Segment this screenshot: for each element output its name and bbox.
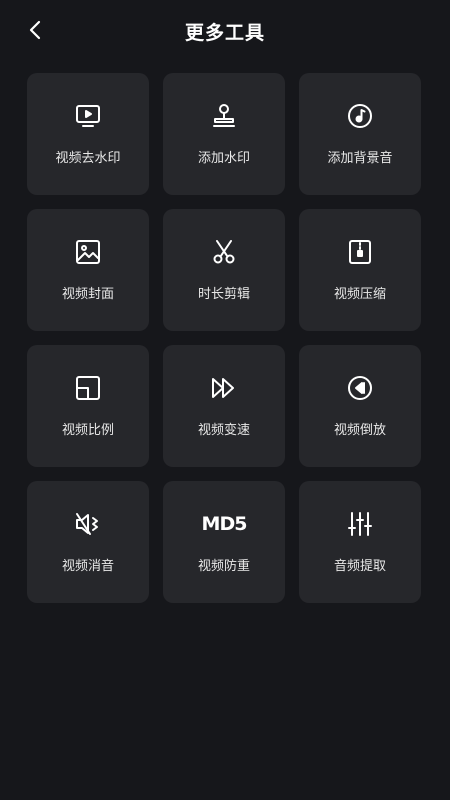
- scissors-icon: [210, 238, 238, 266]
- tool-card-mute[interactable]: 视频消音: [27, 481, 149, 603]
- tool-label: 时长剪辑: [197, 287, 250, 302]
- tv-play-icon: [74, 102, 102, 130]
- tool-card-aspect-ratio[interactable]: 视频比例: [27, 345, 149, 467]
- md5-icon-text: MD5: [201, 513, 248, 535]
- tool-label: 音频提取: [333, 559, 386, 574]
- image-icon: [74, 238, 102, 266]
- mute-icon: [74, 510, 102, 538]
- aspect-ratio-icon: [74, 374, 102, 402]
- tool-card-add-bgm[interactable]: 添加背景音: [299, 73, 421, 195]
- tool-label: 视频去水印: [55, 151, 121, 166]
- tool-card-trim[interactable]: 时长剪辑: [163, 209, 285, 331]
- stamp-icon: [210, 102, 238, 130]
- rewind-circle-icon: [346, 374, 374, 402]
- tool-label: 添加水印: [197, 151, 250, 166]
- page-title: 更多工具: [184, 22, 265, 44]
- zip-file-icon: [346, 238, 374, 266]
- tool-label: 视频倒放: [333, 423, 386, 438]
- tool-card-add-watermark[interactable]: 添加水印: [163, 73, 285, 195]
- md5-icon: MD5: [202, 510, 248, 538]
- tool-label: 视频消音: [61, 559, 114, 574]
- tool-card-remove-watermark[interactable]: 视频去水印: [27, 73, 149, 195]
- tool-card-extract-audio[interactable]: 音频提取: [299, 481, 421, 603]
- tools-grid: 视频去水印 添加水印 添加背景音 视频封面 时长剪辑 视频压缩 视频比例 视频变…: [27, 73, 421, 603]
- tool-card-compress[interactable]: 视频压缩: [299, 209, 421, 331]
- tool-label: 添加背景音: [327, 151, 393, 166]
- tool-label: 视频封面: [61, 287, 114, 302]
- tool-label: 视频变速: [197, 423, 250, 438]
- sliders-icon: [346, 510, 374, 538]
- music-disc-icon: [346, 102, 374, 130]
- tool-label: 视频压缩: [333, 287, 386, 302]
- tool-label: 视频比例: [61, 423, 114, 438]
- header-bar: 更多工具: [0, 0, 450, 60]
- tool-card-anti-duplicate[interactable]: MD5 视频防重: [163, 481, 285, 603]
- tool-card-video-cover[interactable]: 视频封面: [27, 209, 149, 331]
- fast-forward-icon: [210, 374, 238, 402]
- tool-card-speed[interactable]: 视频变速: [163, 345, 285, 467]
- tool-label: 视频防重: [197, 559, 250, 574]
- tool-card-reverse[interactable]: 视频倒放: [299, 345, 421, 467]
